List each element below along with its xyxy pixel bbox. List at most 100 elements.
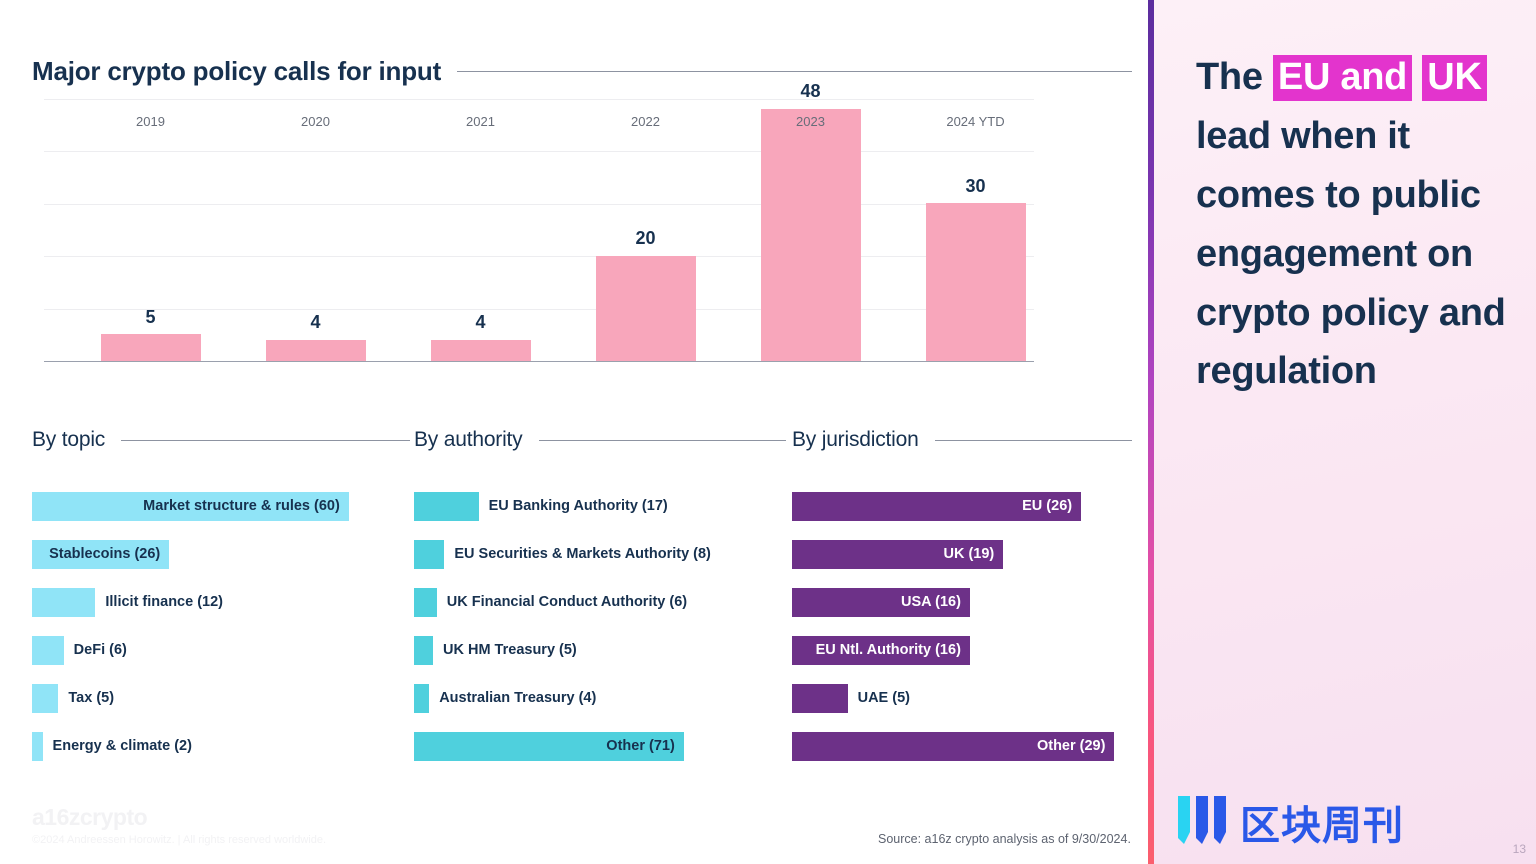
bar-label: UAE (5) [857, 690, 910, 706]
left-content-pane: Major crypto policy calls for input 5 4 4 2… [0, 0, 1148, 864]
watermark: 区块周刊 [1176, 794, 1404, 846]
column-value-label: 4 [310, 312, 321, 333]
column-bar [760, 108, 861, 361]
horizontal-bar [414, 683, 430, 713]
column-category-label: 2021 [466, 114, 495, 129]
x-axis-line [44, 360, 1034, 362]
horizontal-bar [414, 635, 433, 665]
panel-by-jurisdiction-heading: By jurisdiction [792, 428, 1132, 452]
horizontal-bar: Other (29) [792, 731, 1115, 761]
bar-row: UK Financial Conduct Authority (6) [414, 578, 786, 626]
bar-row: EU Banking Authority (17) [414, 482, 786, 530]
horizontal-bar [32, 635, 64, 665]
horizontal-bar: EU (26) [792, 491, 1082, 521]
horizontal-bar [32, 587, 96, 617]
horizontal-bar: Stablecoins (26) [32, 539, 170, 569]
column-value-label: 5 [145, 306, 156, 327]
gridline [44, 256, 1034, 258]
headline-text: The EU and UK lead when it comes to publ… [1196, 48, 1508, 401]
bar-row: Stablecoins (26) [32, 530, 410, 578]
column-bar [265, 339, 366, 361]
by-topic-bar-list: Market structure & rules (60) Stablecoins… [32, 482, 410, 770]
horizontal-bar [414, 491, 479, 521]
panel-by-authority-divider-rule [538, 439, 786, 441]
horizontal-bar [32, 731, 43, 761]
source-note: Source: a16z crypto analysis as of 9/30/… [878, 832, 1131, 846]
panel-by-jurisdiction: By jurisdiction EU (26) UK (19) USA (16) EU… [792, 428, 1132, 770]
bar-row: Australian Treasury (4) [414, 674, 786, 722]
horizontal-bar: UK (19) [792, 539, 1004, 569]
panel-by-topic-title: By topic [32, 428, 106, 451]
bar-label: USA (16) [901, 594, 961, 610]
watermark-logo-icon [1176, 794, 1232, 846]
bar-row: Other (71) [414, 722, 786, 770]
copyright-text: ©2024 Andreessen Horowitz. | All rights … [32, 834, 327, 846]
panel-by-topic-divider-rule [121, 439, 410, 441]
panel-by-topic: By topic Market structure & rules (60) St… [32, 428, 410, 770]
bar-row: EU (26) [792, 482, 1132, 530]
a16zcrypto-logo: a16zcrypto [32, 804, 148, 830]
panel-by-jurisdiction-title: By jurisdiction [792, 428, 919, 451]
right-headline-pane: The EU and UK lead when it comes to publ… [1148, 0, 1536, 864]
column-chart-plot: 5 4 4 20 48 30 [44, 81, 1034, 362]
bar-label: EU Ntl. Authority (16) [815, 642, 961, 658]
bar-label: DeFi (6) [73, 642, 127, 658]
bar-row: Market structure & rules (60) [32, 482, 410, 530]
panel-by-authority-heading: By authority [414, 428, 786, 452]
gridline [44, 203, 1034, 205]
bar-label: Other (29) [1036, 738, 1106, 754]
bar-row: Illicit finance (12) [32, 578, 410, 626]
column-bar [100, 334, 201, 361]
column-value-label: 20 [635, 228, 656, 249]
horizontal-bar [414, 587, 437, 617]
gridline [44, 151, 1034, 153]
bar-row: DeFi (6) [32, 626, 410, 674]
page-title: Major crypto policy calls for input [32, 56, 1132, 87]
bar-label: EU Banking Authority (17) [488, 498, 668, 514]
gridline [44, 99, 1034, 100]
column-bar [595, 255, 696, 361]
bar-row: Other (29) [792, 722, 1132, 770]
headline-highlight: UK [1422, 55, 1487, 101]
column-value-label: 48 [800, 81, 821, 102]
bar-label: Market structure & rules (60) [143, 498, 340, 514]
bar-label: UK Financial Conduct Authority (6) [446, 594, 688, 610]
horizontal-bar: EU Ntl. Authority (16) [792, 635, 970, 665]
panel-by-authority: By authority EU Banking Authority (17) EU… [414, 428, 786, 770]
bar-row: EU Ntl. Authority (16) [792, 626, 1132, 674]
headline-run: lead when it comes to public engagement … [1196, 114, 1506, 393]
column-category-label: 2024 YTD [946, 114, 1005, 129]
bar-row: UK HM Treasury (5) [414, 626, 786, 674]
horizontal-bar: Market structure & rules (60) [32, 491, 349, 521]
horizontal-bar: USA (16) [792, 587, 970, 617]
column-category-label: 2019 [136, 114, 165, 129]
bar-label: EU Securities & Markets Authority (8) [454, 546, 711, 562]
bar-label: Other (71) [606, 738, 675, 754]
column-category-label: 2022 [631, 114, 660, 129]
page-number: 13 [1512, 842, 1526, 856]
bar-row: UAE (5) [792, 674, 1132, 722]
column-value-label: 30 [965, 175, 986, 196]
column-bar [925, 203, 1026, 361]
page-title-text: Major crypto policy calls for input [32, 56, 442, 86]
bar-label: UK (19) [943, 546, 995, 562]
bar-row: EU Securities & Markets Authority (8) [414, 530, 786, 578]
horizontal-bar: Other (71) [414, 731, 684, 761]
title-divider-rule [457, 71, 1132, 72]
horizontal-bar [414, 539, 445, 569]
panel-by-topic-heading: By topic [32, 428, 410, 452]
bar-label: UK HM Treasury (5) [443, 642, 577, 658]
bar-label: Illicit finance (12) [105, 594, 224, 610]
bar-row: USA (16) [792, 578, 1132, 626]
bar-label: Energy & climate (2) [52, 738, 192, 754]
column-value-label: 4 [475, 312, 486, 333]
column-category-label: 2023 [796, 114, 825, 129]
column-chart: 5 4 4 20 48 30 2019 2020 2021 2022 2023 2024 YTD [44, 81, 1034, 400]
horizontal-bar [32, 683, 59, 713]
bar-row: UK (19) [792, 530, 1132, 578]
bar-label: Tax (5) [68, 690, 115, 706]
bar-row: Energy & climate (2) [32, 722, 410, 770]
headline-run: The [1196, 56, 1273, 98]
headline-run [1412, 56, 1422, 98]
panel-by-authority-title: By authority [414, 428, 523, 451]
